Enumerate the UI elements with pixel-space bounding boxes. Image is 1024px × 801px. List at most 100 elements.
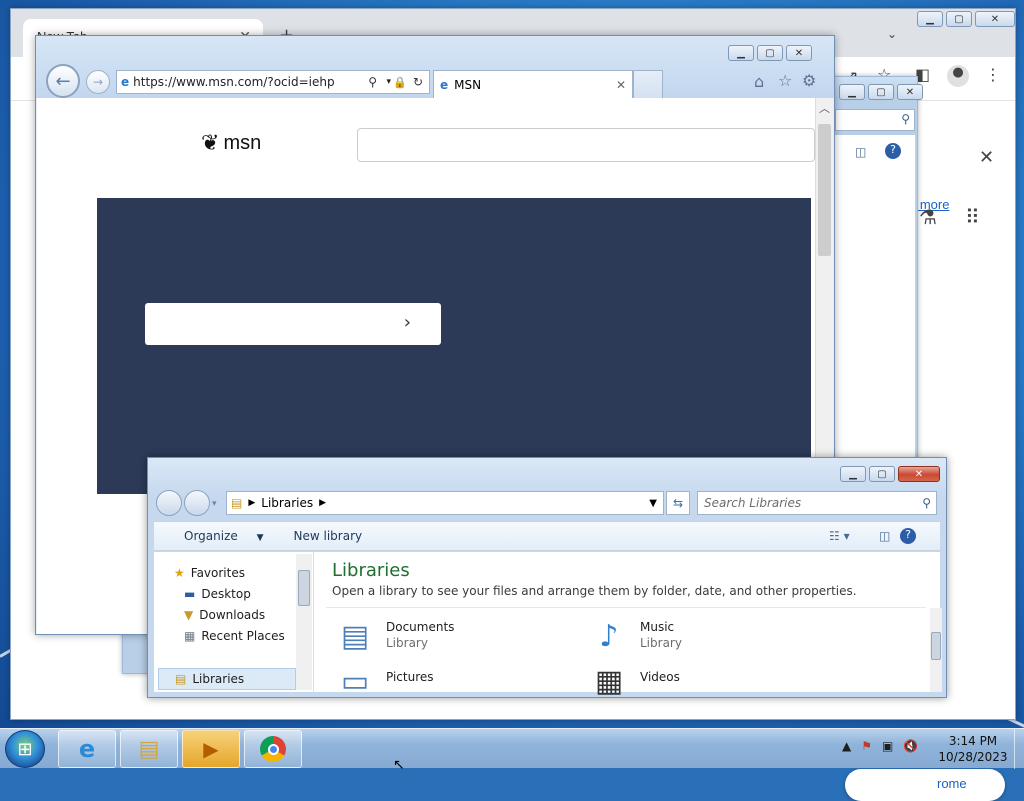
lock-icon[interactable]: 🔒	[393, 76, 407, 89]
recent-dropdown-icon[interactable]: ▾	[212, 499, 217, 516]
clock[interactable]: 3:14 PM 10/28/2023	[936, 733, 1010, 765]
forward-button[interactable]: →	[86, 70, 110, 94]
scroll-thumb[interactable]	[931, 632, 941, 660]
library-music[interactable]: ♪ Music Library	[586, 614, 682, 658]
media-player-icon: ▶	[203, 737, 219, 761]
scroll-thumb[interactable]	[298, 570, 310, 606]
volume-muted-icon[interactable]: 🔇	[903, 739, 918, 753]
tree-item-recent-places[interactable]: ▦ Recent Places	[184, 629, 285, 643]
explorer-body: ★ Favorites ▬ Desktop ▼ Downloads ▦ Recent P…	[154, 552, 942, 699]
minimize-button[interactable]: ▁	[917, 11, 943, 27]
taskbar-ie[interactable]: e	[58, 730, 116, 768]
content-scrollbar[interactable]	[930, 608, 942, 692]
menu-kebab-icon[interactable]: ⋮	[985, 65, 1001, 84]
system-tray: ▲ ⚑ ▣ 🔇	[842, 739, 918, 753]
close-button[interactable]: ✕	[898, 466, 940, 482]
scroll-thumb[interactable]	[818, 124, 831, 256]
tab-search-chevron-icon[interactable]: ⌄	[887, 27, 897, 41]
minimize-button[interactable]: ▁	[728, 45, 754, 61]
explorer-window: ▁ ▢ ✕ ▾ ▤ ▶ Libraries ▶ ▼ ⇆ Search Libra…	[147, 457, 947, 699]
maximize-button[interactable]: ▢	[946, 11, 972, 27]
address-url: https://www.msn.com/?ocid=iehp	[133, 75, 335, 89]
star-icon: ★	[174, 566, 185, 580]
taskbar-explorer[interactable]: ▤	[120, 730, 178, 768]
taskbar-media-player[interactable]: ▶	[182, 730, 240, 768]
search-libraries-input[interactable]: Search Libraries ⚲	[697, 491, 937, 515]
breadcrumb-arrow-icon[interactable]: ▶	[319, 498, 326, 508]
customize-chrome-button[interactable]: rome	[845, 769, 1005, 801]
downloads-folder-icon: ▼	[184, 608, 194, 622]
close-button[interactable]: ✕	[897, 84, 923, 100]
search-icon: ⚲	[901, 112, 910, 126]
content-subtitle: Open a library to see your files and arr…	[332, 584, 857, 598]
clock-time: 3:14 PM	[948, 734, 998, 748]
close-button[interactable]: ✕	[786, 45, 812, 61]
close-button[interactable]: ✕	[975, 11, 1015, 27]
library-videos[interactable]: ▦ Videos	[586, 664, 680, 699]
tree-item-libraries[interactable]: ▤ Libraries	[158, 668, 296, 690]
tree-item-desktop[interactable]: ▬ Desktop	[184, 587, 251, 601]
library-pictures[interactable]: ▭ Pictures	[332, 664, 434, 699]
library-documents[interactable]: ▤ Documents Library	[332, 614, 455, 658]
back-button[interactable]	[156, 490, 182, 516]
back-arrow-icon: ←	[55, 70, 71, 92]
close-banner-icon[interactable]: ✕	[979, 147, 994, 168]
settings-gear-icon[interactable]: ⚙	[802, 71, 816, 90]
maximize-button[interactable]: ▢	[757, 45, 783, 61]
organize-button[interactable]: Organize ▼	[154, 529, 279, 543]
music-note-icon: ♪	[599, 618, 619, 654]
breadcrumb-libraries[interactable]: Libraries	[261, 496, 313, 510]
refresh-button[interactable]: ⇆	[666, 491, 690, 515]
taskbar-chrome[interactable]	[244, 730, 302, 768]
close-tab-icon[interactable]: ✕	[616, 78, 626, 92]
hero-cta-button[interactable]: ›	[145, 303, 441, 345]
ie-tab-title: MSN	[454, 77, 482, 92]
refresh-icon[interactable]: ↻	[413, 75, 423, 89]
minimize-button[interactable]: ▁	[839, 84, 865, 100]
scroll-up-icon[interactable]: ︿	[819, 100, 830, 116]
breadcrumb-arrow-icon[interactable]: ▶	[248, 498, 255, 508]
profile-avatar-icon[interactable]: ●	[947, 65, 969, 87]
ie-icon: e	[78, 735, 96, 763]
search-icon[interactable]: ⚲	[368, 75, 377, 89]
bg-search-box[interactable]: ⚲	[835, 109, 915, 131]
apps-grid-icon[interactable]: ⠿	[965, 205, 980, 229]
explorer-window-controls: ▁ ▢ ✕	[840, 466, 940, 482]
dropdown-arrow-icon[interactable]: ▾	[386, 77, 391, 87]
recent-places-icon: ▦	[184, 629, 196, 643]
show-desktop-button[interactable]	[1014, 729, 1024, 769]
favorites-star-icon[interactable]: ☆	[778, 71, 792, 90]
address-dropdown-icon[interactable]: ▼	[649, 498, 657, 509]
action-center-flag-icon[interactable]: ⚑	[861, 739, 872, 753]
back-button[interactable]: ←	[46, 64, 80, 98]
msn-logo[interactable]: ❦ msn	[201, 130, 261, 156]
nav-pane-scrollbar[interactable]	[296, 554, 312, 690]
address-bar[interactable]: e https://www.msn.com/?ocid=iehp ⚲ ▾ 🔒 ↻	[116, 70, 430, 94]
dropdown-arrow-icon: ▼	[256, 533, 264, 543]
clock-date: 10/28/2023	[938, 750, 1008, 764]
msn-hero-banner: ›	[97, 198, 811, 494]
help-icon[interactable]: ?	[885, 143, 901, 159]
minimize-button[interactable]: ▁	[840, 466, 866, 482]
maximize-button[interactable]: ▢	[868, 84, 894, 100]
tree-item-downloads[interactable]: ▼ Downloads	[184, 608, 265, 622]
network-icon[interactable]: ▣	[882, 739, 893, 753]
home-icon[interactable]: ⌂	[754, 72, 764, 91]
address-breadcrumb[interactable]: ▤ ▶ Libraries ▶ ▼	[226, 491, 664, 515]
ie-tab-msn[interactable]: e MSN ✕	[433, 70, 633, 98]
show-hidden-icons-icon[interactable]: ▲	[842, 739, 851, 753]
view-options-icon[interactable]: ☷ ▾	[814, 529, 865, 543]
documents-icon: ▤	[340, 618, 370, 654]
help-icon[interactable]: ?	[900, 528, 916, 544]
labs-flask-icon[interactable]: ⚗	[919, 205, 937, 229]
msn-search-input[interactable]	[357, 128, 815, 162]
chrome-window-controls: ▁ ▢ ✕	[917, 11, 1015, 27]
content-title: Libraries	[332, 560, 410, 581]
tree-item-favorites[interactable]: ★ Favorites	[174, 566, 245, 580]
maximize-button[interactable]: ▢	[869, 466, 895, 482]
new-library-button[interactable]: New library	[279, 529, 378, 543]
new-tab-button[interactable]	[633, 70, 663, 98]
start-button[interactable]: ⊞	[5, 730, 45, 768]
forward-button[interactable]	[184, 490, 210, 516]
preview-pane-icon[interactable]: ◫	[855, 145, 866, 159]
